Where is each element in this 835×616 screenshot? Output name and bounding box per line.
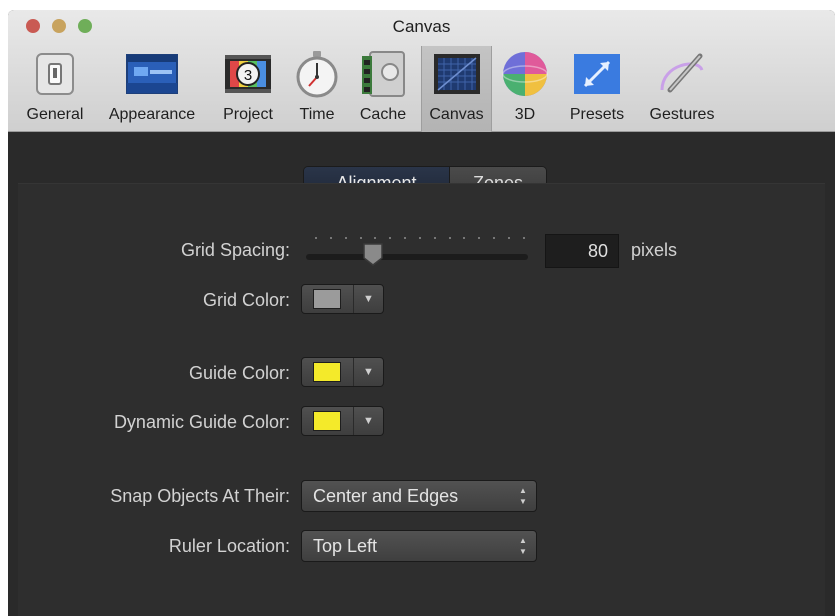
chevron-down-icon[interactable]: ▼ xyxy=(353,285,383,313)
memory-safe-icon xyxy=(357,48,409,100)
snap-objects-label: Snap Objects At Their: xyxy=(110,486,290,506)
toolbar-item-appearance[interactable]: Appearance xyxy=(98,46,206,132)
toolbar-label: General xyxy=(26,106,84,123)
preferences-window: Canvas General Appearance 3 Project Time… xyxy=(8,10,835,616)
toolbar-label: Appearance xyxy=(108,106,196,123)
stopwatch-icon xyxy=(291,48,343,100)
snap-objects-popup[interactable]: Center and Edges ▲ ▼ xyxy=(301,480,537,512)
pen-gesture-icon xyxy=(656,48,708,100)
title-bar: Canvas General Appearance 3 Project Time… xyxy=(8,10,835,132)
toolbar-label: Gestures xyxy=(649,106,715,123)
toolbar-label: 3D xyxy=(514,106,536,123)
window-title: Canvas xyxy=(392,17,451,36)
toolbar-item-cache[interactable]: Cache xyxy=(350,46,416,132)
sphere-icon xyxy=(499,48,551,100)
toolbar-item-canvas[interactable]: Canvas xyxy=(421,46,492,132)
toolbar-item-gestures[interactable]: Gestures xyxy=(640,46,724,132)
window-panel-icon xyxy=(126,48,178,100)
toolbar-item-project[interactable]: 3 Project xyxy=(212,46,284,132)
guide-color-swatch xyxy=(313,362,341,382)
toolbar-label: Project xyxy=(223,106,273,123)
dynamic-guide-color-label: Dynamic Guide Color: xyxy=(113,412,290,432)
presets-arrow-icon xyxy=(571,48,623,100)
toolbar-label: Time xyxy=(299,106,335,123)
toolbar-item-time[interactable]: Time xyxy=(290,46,344,132)
up-down-arrows-icon: ▲ ▼ xyxy=(519,486,527,506)
project-icon-number: 3 xyxy=(244,67,252,84)
toolbar-label: Cache xyxy=(359,106,407,123)
canvas-preferences-pane: Alignment Zones Grid Spacing: 80 pixels … xyxy=(8,133,835,616)
snap-objects-value: Center and Edges xyxy=(313,486,459,506)
ruler-location-popup[interactable]: Top Left ▲ ▼ xyxy=(301,530,537,562)
slider-ticks xyxy=(315,237,525,241)
preferences-toolbar: General Appearance 3 Project Time Cache … xyxy=(8,46,835,132)
grid-spacing-slider-track[interactable] xyxy=(306,254,528,260)
grid-spacing-slider-knob[interactable] xyxy=(362,242,384,266)
grid-color-label: Grid Color: xyxy=(202,290,290,310)
grid-color-well[interactable]: ▼ xyxy=(301,284,384,314)
grid-spacing-unit: pixels xyxy=(631,240,678,260)
toolbar-label: Canvas xyxy=(429,106,484,123)
ruler-location-value: Top Left xyxy=(313,536,378,556)
dynamic-guide-color-well[interactable]: ▼ xyxy=(301,406,384,436)
toolbar-item-presets[interactable]: Presets xyxy=(560,46,634,132)
ruler-location-label: Ruler Location: xyxy=(168,536,290,556)
chevron-down-icon[interactable]: ▼ xyxy=(353,407,383,435)
canvas-grid-icon xyxy=(431,48,483,100)
toolbar-item-3d[interactable]: 3D xyxy=(498,46,552,132)
toolbar-item-general[interactable]: General xyxy=(14,46,96,132)
dynamic-guide-color-swatch xyxy=(313,411,341,431)
switch-icon xyxy=(29,48,81,100)
film-countdown-icon: 3 xyxy=(222,48,274,100)
chevron-down-icon[interactable]: ▼ xyxy=(353,358,383,386)
grid-spacing-field[interactable]: 80 xyxy=(545,234,619,268)
grid-spacing-label: Grid Spacing: xyxy=(180,240,290,260)
toolbar-label: Presets xyxy=(569,106,625,123)
up-down-arrows-icon: ▲ ▼ xyxy=(519,536,527,556)
guide-color-label: Guide Color: xyxy=(188,363,290,383)
guide-color-well[interactable]: ▼ xyxy=(301,357,384,387)
grid-color-swatch xyxy=(313,289,341,309)
